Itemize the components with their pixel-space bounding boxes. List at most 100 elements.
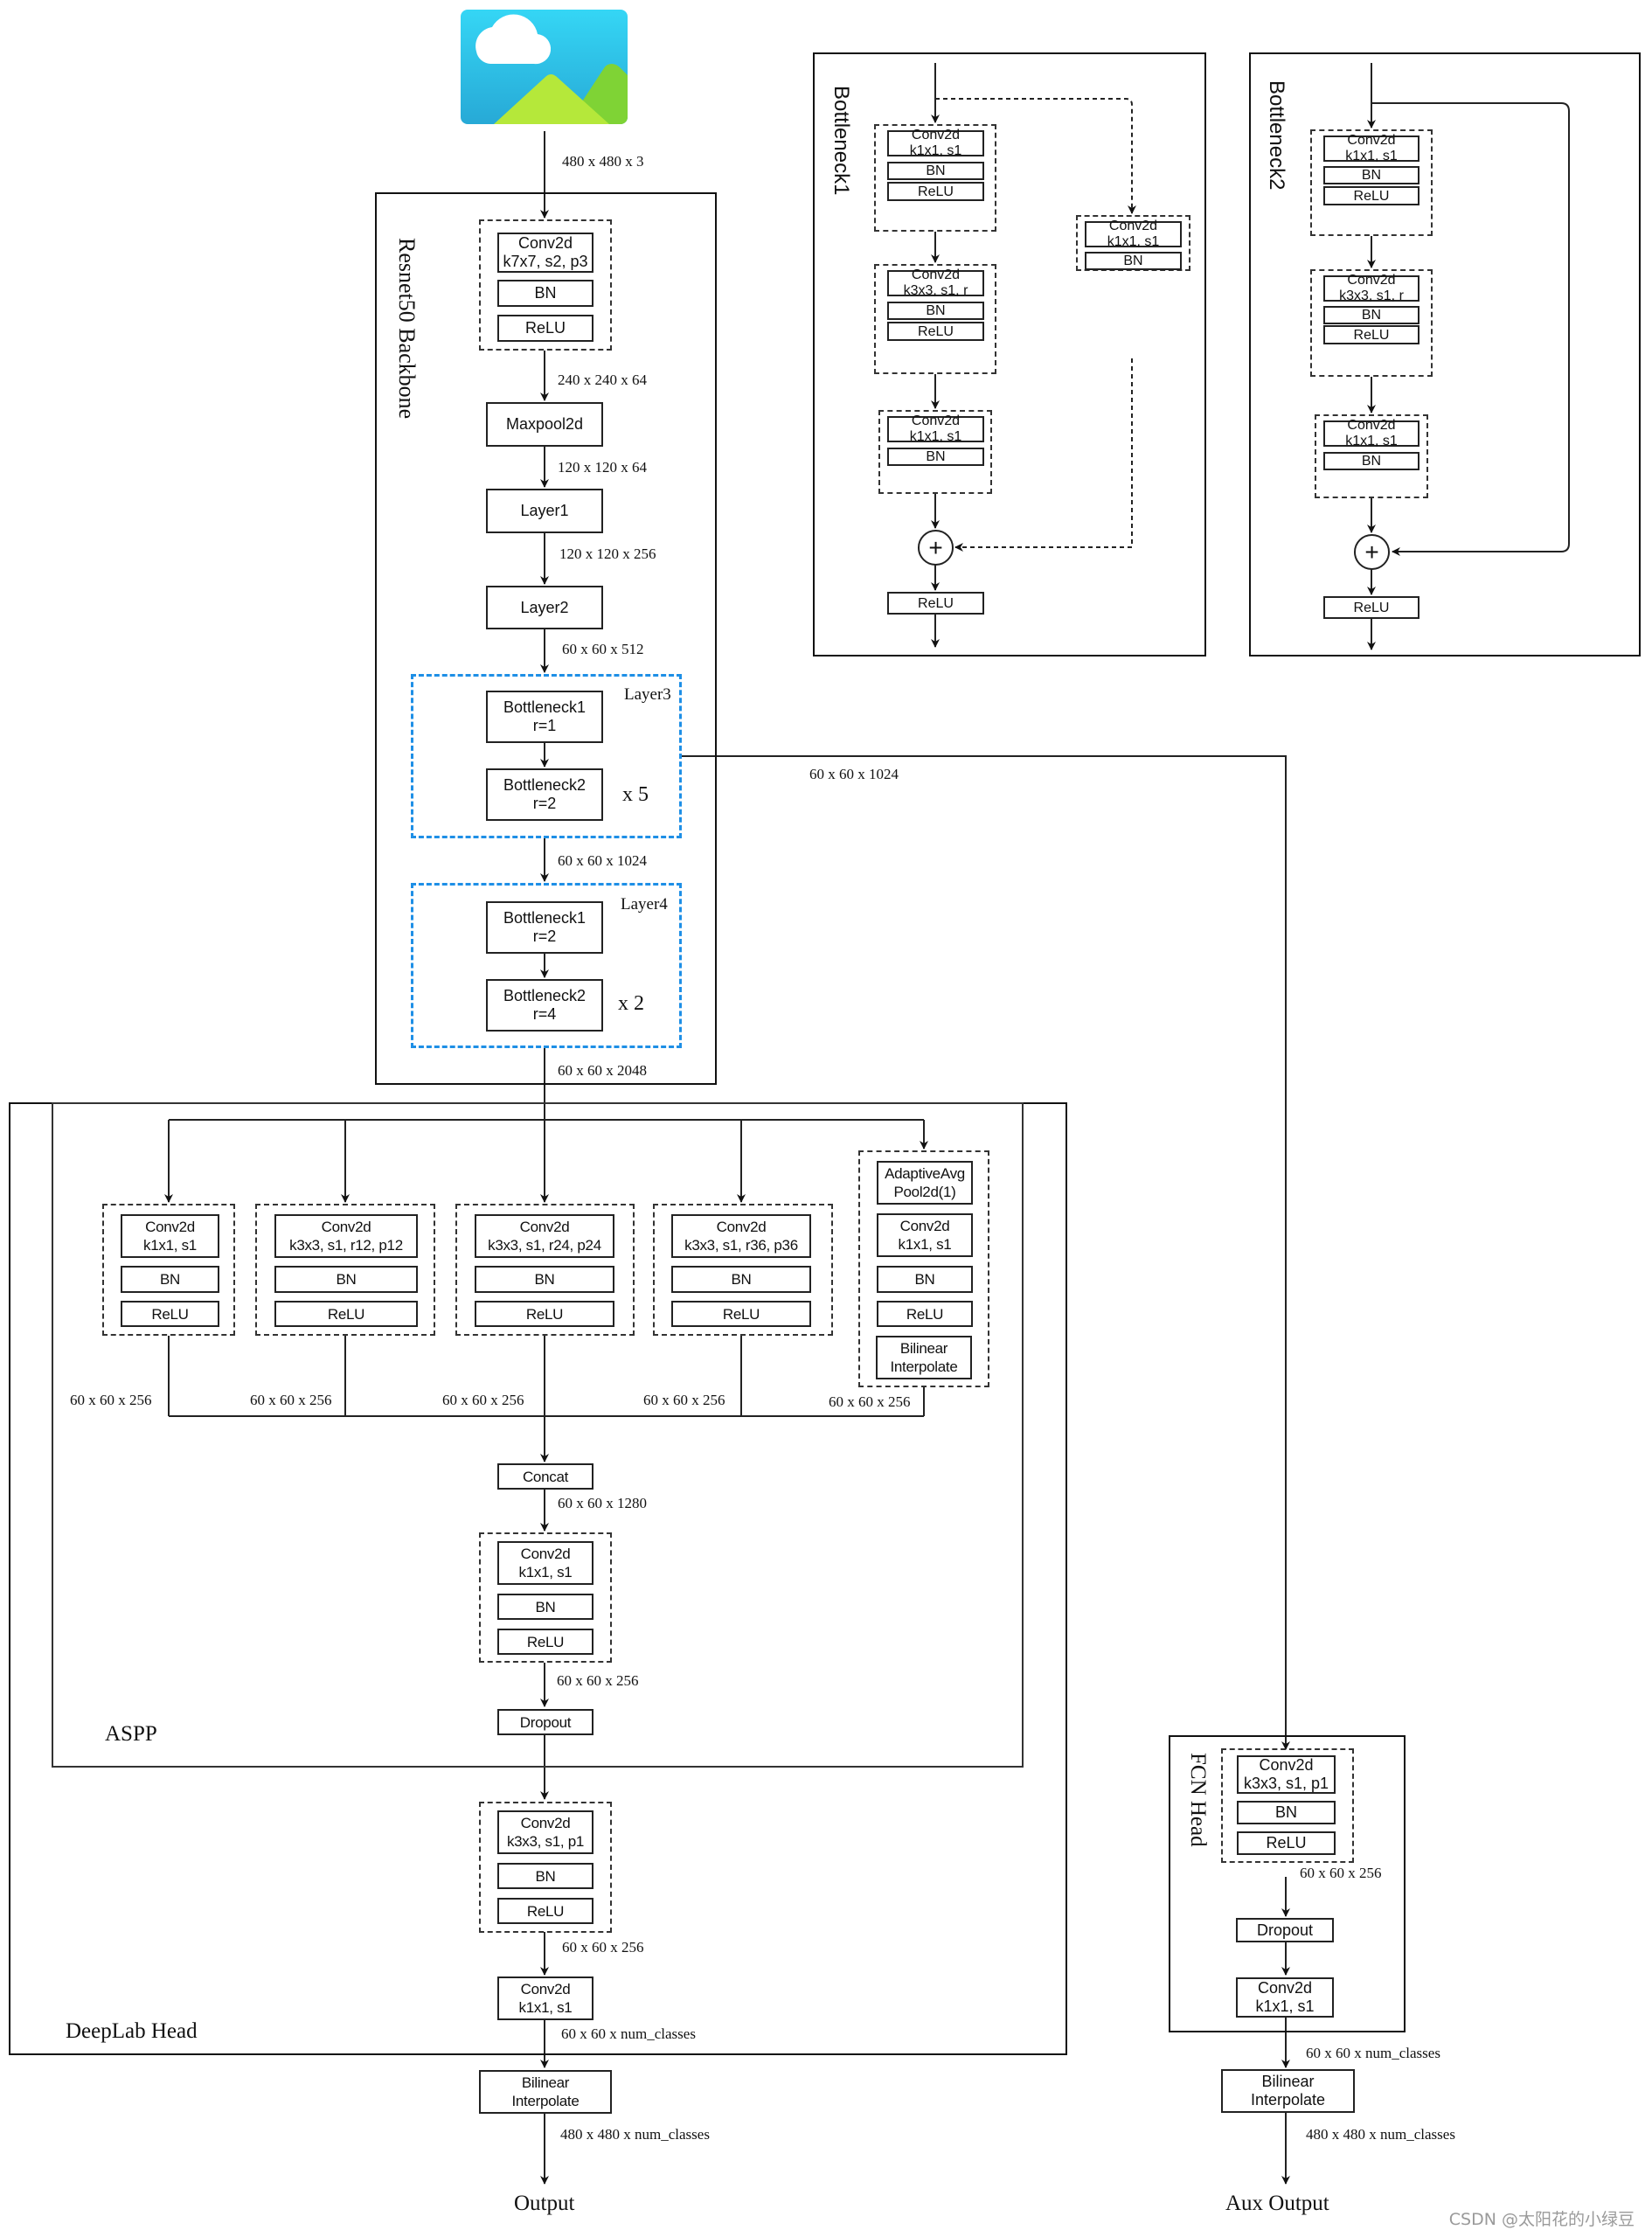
- aspp-branch-1-conv: Conv2d k1x1, s1: [121, 1214, 219, 1258]
- aux-output-label: Aux Output: [1225, 2192, 1329, 2215]
- aspp-branch-2-dim: 60 x 60 x 256: [250, 1392, 332, 1408]
- bottleneck2-relu: ReLU: [1323, 596, 1419, 619]
- aux-bilinear-interpolate: Bilinear Interpolate: [1221, 2069, 1355, 2113]
- aspp-dropout: Dropout: [497, 1709, 593, 1735]
- dim-main-output: 480 x 480 x num_classes: [560, 2126, 710, 2143]
- fcn-classifier: Conv2d k1x1, s1: [1236, 1977, 1334, 2018]
- aspp-branch-3-dim: 60 x 60 x 256: [442, 1392, 524, 1408]
- dim-stem-out: 240 x 240 x 64: [558, 372, 647, 388]
- bottleneck1-add-icon: +: [918, 530, 954, 566]
- aspp-branch-4-relu: ReLU: [671, 1301, 811, 1327]
- bottleneck1-block1-relu: ReLU: [887, 182, 984, 201]
- bottleneck1-block3-conv: Conv2d k1x1, s1: [887, 413, 984, 444]
- head-conv: Conv2d k3x3, s1, p1: [497, 1810, 593, 1854]
- fcn-relu: ReLU: [1237, 1831, 1336, 1855]
- aspp-pool-relu: ReLU: [877, 1301, 973, 1327]
- bottleneck2-block1-bn: BN: [1323, 166, 1419, 184]
- aspp-pool-bn: BN: [877, 1266, 973, 1293]
- dim-head-conv-out: 60 x 60 x 256: [562, 1939, 644, 1956]
- aspp-branch-3-bn: BN: [475, 1266, 614, 1293]
- input-image-icon: [461, 10, 628, 124]
- layer4-repeat: x 2: [618, 992, 644, 1015]
- layer3-bottleneck1: Bottleneck1 r=1: [486, 691, 603, 743]
- dim-head-classifier-out: 60 x 60 x num_classes: [561, 2025, 696, 2042]
- dim-fcn-conv-out: 60 x 60 x 256: [1300, 1865, 1382, 1881]
- dim-layer3-out: 60 x 60 x 1024: [558, 852, 647, 869]
- maxpool-node: Maxpool2d: [486, 402, 603, 447]
- head-bn: BN: [497, 1863, 593, 1889]
- layer1-node: Layer1: [486, 489, 603, 533]
- bottleneck2-block1-relu: ReLU: [1323, 186, 1419, 205]
- main-bilinear-interpolate: Bilinear Interpolate: [479, 2070, 612, 2114]
- stem-bn: BN: [497, 280, 593, 307]
- layer4-bottleneck1: Bottleneck1 r=2: [486, 901, 603, 954]
- dim-input: 480 x 480 x 3: [562, 153, 644, 170]
- dim-maxpool-out: 120 x 120 x 64: [558, 459, 647, 476]
- dim-concat-out: 60 x 60 x 1280: [558, 1495, 647, 1511]
- head-relu: ReLU: [497, 1898, 593, 1924]
- aspp-branch-3-relu: ReLU: [475, 1301, 614, 1327]
- bottleneck2-frame: [1249, 52, 1641, 657]
- layer4-title: Layer4: [621, 895, 668, 914]
- bottleneck2-block1-conv: Conv2d k1x1, s1: [1323, 133, 1419, 163]
- fcn-dropout: Dropout: [1236, 1918, 1334, 1942]
- deeplab-head-title: DeepLab Head: [66, 2019, 198, 2043]
- bottleneck2-block2-conv: Conv2d k3x3, s1, r: [1323, 273, 1419, 303]
- watermark: CSDN @太阳花的小绿豆: [1448, 2210, 1635, 2229]
- dim-layer1-out: 120 x 120 x 256: [559, 545, 656, 562]
- fcn-conv: Conv2d k3x3, s1, p1: [1237, 1755, 1336, 1794]
- deeplabv3-architecture-diagram: 480 x 480 x 3 Resnet50 Backbone Conv2d k…: [0, 0, 1652, 2237]
- aspp-title: ASPP: [105, 1722, 157, 1746]
- dim-project-out: 60 x 60 x 256: [557, 1672, 639, 1689]
- bottleneck2-block2-bn: BN: [1323, 306, 1419, 324]
- aspp-branch-1-bn: BN: [121, 1266, 219, 1293]
- bottleneck2-block3-bn: BN: [1323, 452, 1419, 470]
- aspp-pool-dim: 60 x 60 x 256: [829, 1393, 911, 1410]
- aspp-pool-adaptiveavgpool: AdaptiveAvg Pool2d(1): [877, 1161, 973, 1205]
- aspp-branch-1-dim: 60 x 60 x 256: [70, 1392, 152, 1408]
- bottleneck1-shortcut-bn: BN: [1085, 252, 1182, 270]
- aspp-pool-conv: Conv2d k1x1, s1: [877, 1213, 973, 1257]
- aspp-project-bn: BN: [497, 1594, 593, 1620]
- landscape-image-icon: [461, 10, 628, 124]
- bottleneck2-block3-conv: Conv2d k1x1, s1: [1323, 418, 1419, 448]
- layer3-title: Layer3: [624, 685, 671, 704]
- fcn-head-title: FCN Head: [1186, 1753, 1210, 1847]
- aspp-branch-1-relu: ReLU: [121, 1301, 219, 1327]
- layer3-repeat: x 5: [622, 783, 649, 806]
- bottleneck1-block2-relu: ReLU: [887, 322, 984, 341]
- concat-node: Concat: [497, 1463, 593, 1490]
- fcn-bn: BN: [1237, 1801, 1336, 1824]
- aspp-branch-2-bn: BN: [274, 1266, 418, 1293]
- bottleneck1-block2-conv: Conv2d k3x3, s1, r: [887, 267, 984, 298]
- dim-fcn-classifier-out: 60 x 60 x num_classes: [1306, 2045, 1440, 2061]
- aspp-branch-2-conv: Conv2d k3x3, s1, r12, p12: [274, 1214, 418, 1258]
- dim-layer2-out: 60 x 60 x 512: [562, 641, 644, 657]
- aspp-branch-4-dim: 60 x 60 x 256: [643, 1392, 725, 1408]
- dim-layer4-out: 60 x 60 x 2048: [558, 1062, 647, 1079]
- bottleneck1-shortcut-conv: Conv2d k1x1, s1: [1085, 219, 1182, 249]
- bottleneck1-block1-bn: BN: [887, 162, 984, 180]
- bottleneck2-add-icon: +: [1354, 534, 1390, 570]
- aspp-branch-4-conv: Conv2d k3x3, s1, r36, p36: [671, 1214, 811, 1258]
- backbone-title: Resnet50 Backbone: [394, 238, 420, 420]
- main-output-label: Output: [514, 2192, 575, 2215]
- aspp-branch-4-bn: BN: [671, 1266, 811, 1293]
- head-classifier: Conv2d k1x1, s1: [497, 1976, 593, 2020]
- layer4-bottleneck2: Bottleneck2 r=4: [486, 979, 603, 1032]
- dim-layer3-aux: 60 x 60 x 1024: [809, 766, 899, 782]
- bottleneck1-frame: [813, 52, 1206, 657]
- bottleneck1-relu: ReLU: [887, 592, 984, 615]
- aspp-branch-2-relu: ReLU: [274, 1301, 418, 1327]
- layer2-node: Layer2: [486, 586, 603, 629]
- bottleneck1-title: Bottleneck1: [829, 86, 853, 196]
- bottleneck1-block1-conv: Conv2d k1x1, s1: [887, 128, 984, 158]
- bottleneck2-title: Bottleneck2: [1265, 80, 1288, 191]
- bottleneck1-block2-bn: BN: [887, 302, 984, 320]
- layer3-bottleneck2: Bottleneck2 r=2: [486, 768, 603, 821]
- dim-aux-output: 480 x 480 x num_classes: [1306, 2126, 1455, 2143]
- aspp-branch-3-conv: Conv2d k3x3, s1, r24, p24: [475, 1214, 614, 1258]
- aspp-pool-interpolate: Bilinear Interpolate: [876, 1336, 972, 1379]
- aspp-project-relu: ReLU: [497, 1629, 593, 1655]
- aspp-project-conv: Conv2d k1x1, s1: [497, 1541, 593, 1585]
